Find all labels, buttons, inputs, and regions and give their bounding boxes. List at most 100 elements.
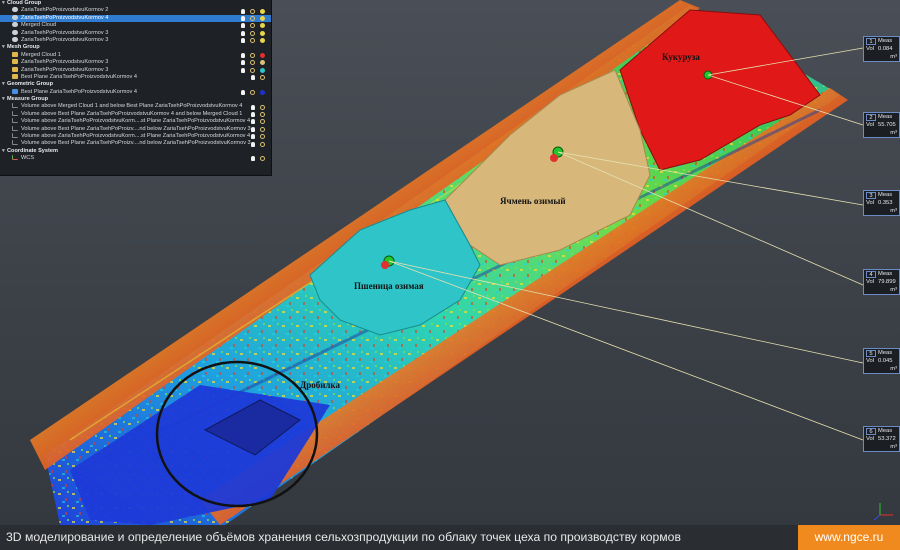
light-bulb-icon[interactable]: [241, 23, 245, 29]
color-swatch-icon[interactable]: [260, 67, 265, 73]
light-bulb-icon[interactable]: [251, 141, 255, 147]
visibility-icon[interactable]: [260, 119, 265, 125]
light-bulb-icon[interactable]: [251, 112, 255, 118]
light-bulb-icon[interactable]: [251, 156, 255, 162]
visibility-icon[interactable]: [260, 134, 265, 140]
label-crusher: Дробилка: [300, 380, 340, 390]
tree-item-flags: [241, 37, 265, 44]
tree-item[interactable]: Best Plane ZariaTsehPoProizvodstvuKormov…: [0, 88, 271, 96]
visibility-icon[interactable]: [250, 60, 255, 66]
measure-box-1[interactable]: 1 Meas Vol 0.084 m³: [863, 36, 900, 62]
light-bulb-icon[interactable]: [241, 60, 245, 66]
tree-item[interactable]: ZariaTsehPoProizvodstvuKormov 4: [0, 14, 271, 23]
measure-value: 53.372: [878, 436, 896, 442]
measure-vol-label: Vol: [866, 200, 875, 206]
tree-item[interactable]: Volume above Merged Cloud 1 and below Be…: [0, 103, 271, 110]
tree-item-label: Volume above Merged Cloud 1 and below Be…: [21, 103, 243, 110]
tree-item[interactable]: Merged Cloud 1: [0, 51, 271, 59]
measure-vol-label: Vol: [866, 46, 875, 52]
site-link[interactable]: www.ngce.ru: [798, 525, 900, 550]
tree-item[interactable]: ZariaTsehPoProizvodstvuKormov 3: [0, 59, 271, 66]
color-swatch-icon[interactable]: [260, 52, 265, 58]
visibility-icon[interactable]: [250, 23, 255, 29]
tree-item[interactable]: Volume above Best Plane ZariaTsehPoProiz…: [0, 125, 271, 133]
label-barley: Ячмень озимый: [500, 196, 566, 206]
light-bulb-icon[interactable]: [251, 104, 255, 110]
mesh-icon: [12, 59, 18, 65]
marker-barley-red: [550, 154, 558, 162]
color-swatch-icon[interactable]: [260, 15, 265, 21]
visibility-icon[interactable]: [260, 126, 265, 132]
tree-group[interactable]: ▾ Mesh Group: [0, 44, 271, 51]
visibility-icon[interactable]: [260, 104, 265, 110]
measure-box-5[interactable]: 5 Meas Vol 0.045 m³: [863, 348, 900, 374]
measure-icon: [12, 103, 18, 109]
color-swatch-icon[interactable]: [260, 38, 265, 44]
light-bulb-icon[interactable]: [241, 52, 245, 58]
measure-value: 0.353: [878, 200, 893, 206]
axes-icon: [12, 155, 18, 161]
tree-item[interactable]: WCS: [0, 155, 271, 162]
visibility-icon[interactable]: [260, 75, 265, 81]
tree-group-label: Mesh Group: [7, 44, 40, 51]
light-bulb-icon[interactable]: [251, 134, 255, 140]
tree-item[interactable]: ZariaTsehPoProizvodstvuKormov 2: [0, 7, 271, 14]
visibility-icon[interactable]: [250, 89, 255, 95]
visibility-icon[interactable]: [250, 67, 255, 73]
measure-box-6[interactable]: 6 Meas Vol 53.372 m³: [863, 426, 900, 452]
tree-group[interactable]: ▾ Geometric Group: [0, 81, 271, 88]
color-swatch-icon[interactable]: [260, 30, 265, 36]
visibility-icon[interactable]: [260, 141, 265, 147]
light-bulb-icon[interactable]: [251, 126, 255, 132]
color-swatch-icon[interactable]: [260, 60, 265, 66]
visibility-icon[interactable]: [260, 156, 265, 162]
light-bulb-icon[interactable]: [241, 89, 245, 95]
measure-box-2[interactable]: 2 Meas Vol 55.705 m³: [863, 112, 900, 138]
tree-item[interactable]: Volume above Best Plane ZariaTsehPoProiz…: [0, 110, 271, 118]
measure-title: Meas: [878, 350, 893, 356]
tree-item-flags: [251, 126, 265, 133]
light-bulb-icon[interactable]: [241, 15, 245, 21]
measure-box-4[interactable]: 4 Meas Vol 79.899 m³: [863, 269, 900, 295]
tree-item[interactable]: Volume above Best Plane ZariaTsehPoProiz…: [0, 140, 271, 147]
axis-gizmo: [873, 503, 893, 521]
visibility-icon[interactable]: [250, 38, 255, 44]
tree-item[interactable]: Volume above ZariaTsehPoProizvodstvuKorm…: [0, 118, 271, 125]
db-tree-panel[interactable]: ▾ Cloud Group ZariaTsehPoProizvodstvuKormo…: [0, 0, 272, 176]
tree-item-label: Volume above ZariaTsehPoProizvodstvuKorm…: [21, 133, 251, 140]
tree-item[interactable]: ZariaTsehPoProizvodstvuKormov 3: [0, 66, 271, 74]
tree-item-flags: [241, 89, 265, 96]
measure-box-3[interactable]: 3 Meas Vol 0.353 m³: [863, 190, 900, 216]
measure-number: 6: [866, 428, 876, 435]
tree-item-flags: [251, 74, 265, 81]
measure-number: 5: [866, 350, 876, 357]
light-bulb-icon[interactable]: [241, 67, 245, 73]
tree-item[interactable]: Best Plane ZariaTsehPoProizvodstvuKormov…: [0, 73, 271, 81]
light-bulb-icon[interactable]: [241, 38, 245, 44]
tree-item-flags: [251, 140, 265, 147]
light-bulb-icon[interactable]: [251, 75, 255, 81]
tree-item-flags: [251, 103, 265, 110]
color-swatch-icon[interactable]: [260, 89, 265, 95]
color-swatch-icon[interactable]: [260, 8, 265, 14]
light-bulb-icon[interactable]: [251, 119, 255, 125]
color-swatch-icon[interactable]: [260, 23, 265, 29]
tree-item[interactable]: Volume above ZariaTsehPoProizvodstvuKorm…: [0, 133, 271, 140]
visibility-icon[interactable]: [250, 52, 255, 58]
tree-item[interactable]: ZariaTsehPoProizvodstvuKormov 3: [0, 36, 271, 44]
tree-group[interactable]: ▾ Coordinate System: [0, 148, 271, 155]
light-bulb-icon[interactable]: [241, 8, 245, 14]
light-bulb-icon[interactable]: [241, 30, 245, 36]
visibility-icon[interactable]: [250, 30, 255, 36]
tree-item[interactable]: ZariaTsehPoProizvodstvuKormov 3: [0, 29, 271, 37]
tree-item-label: ZariaTsehPoProizvodstvuKormov 2: [21, 7, 109, 14]
tree-group[interactable]: ▾ Cloud Group: [0, 0, 271, 7]
tree-group[interactable]: ▾ Measure Group: [0, 96, 271, 103]
visibility-icon[interactable]: [250, 8, 255, 14]
tree-item-label: ZariaTsehPoProizvodstvuKormov 3: [21, 66, 109, 73]
tree-item-label: ZariaTsehPoProizvodstvuKormov 3: [21, 36, 109, 43]
visibility-icon[interactable]: [260, 112, 265, 118]
tree-item-flags: [251, 111, 265, 118]
visibility-icon[interactable]: [250, 15, 255, 21]
tree-item[interactable]: Merged Cloud: [0, 22, 271, 29]
